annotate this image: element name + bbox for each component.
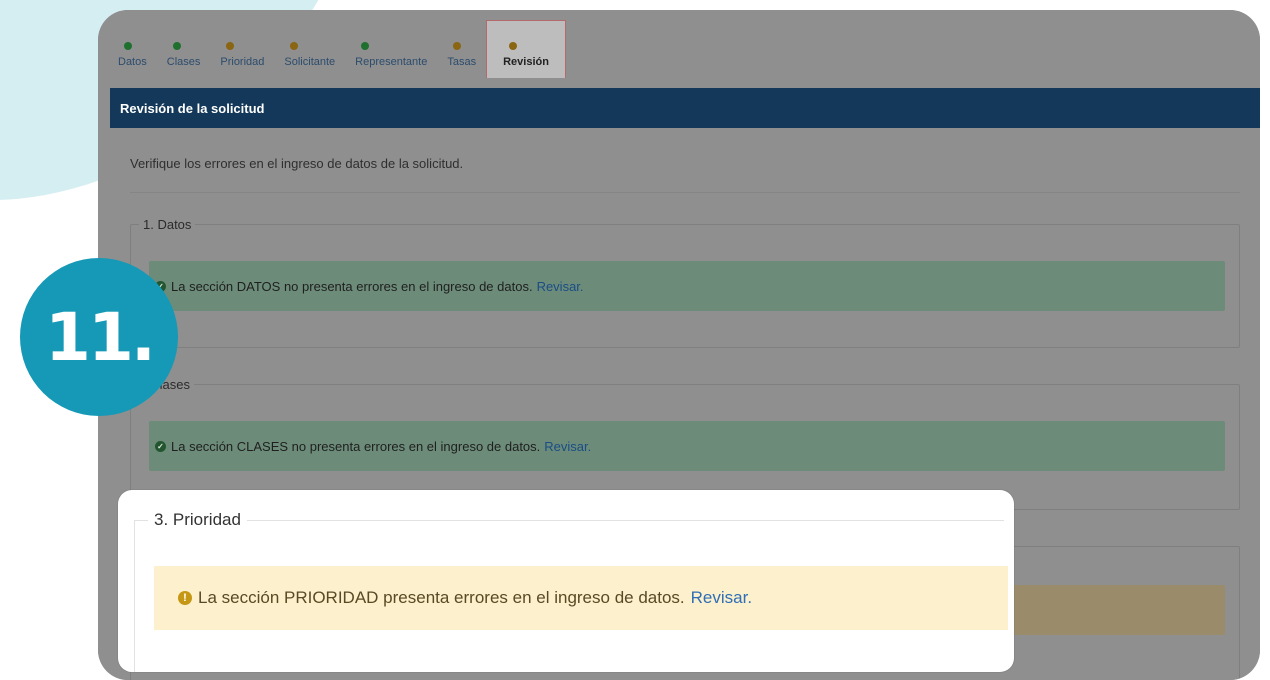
exclamation-circle-icon — [509, 42, 518, 50]
tab-revision[interactable]: Revisión — [486, 20, 566, 78]
tab-label: Datos — [118, 56, 147, 68]
exclamation-circle-icon — [226, 42, 235, 50]
tab-label: Clases — [166, 56, 201, 68]
tab-label: Representante — [355, 56, 428, 68]
step-number-badge: 11. — [20, 258, 178, 416]
check-circle-icon — [124, 42, 132, 50]
tab-prioridad[interactable]: Prioridad — [210, 20, 274, 78]
step-tabs: Datos Clases Prioridad Solicitante Repre… — [108, 20, 566, 78]
alert-message: La sección PRIORIDAD presenta errores en… — [198, 588, 685, 607]
divider — [130, 192, 1240, 193]
revisar-link[interactable]: Revisar. — [544, 439, 591, 454]
tab-label: Tasas — [447, 56, 477, 68]
check-circle-icon — [361, 42, 370, 50]
section-datos: 1. Datos ✓ La sección DATOS no presenta … — [130, 217, 1240, 348]
alert-message: La sección DATOS no presenta errores en … — [171, 278, 533, 294]
status-alert: ✓ La sección DATOS no presenta errores e… — [149, 261, 1225, 311]
tab-representante[interactable]: Representante — [345, 20, 437, 78]
panel-title: Revisión de la solicitud — [110, 88, 1260, 128]
highlighted-section-prioridad: 3. Prioridad ! La sección PRIORIDAD pres… — [118, 490, 1014, 672]
revisar-link[interactable]: Revisar. — [537, 279, 584, 294]
tab-solicitante[interactable]: Solicitante — [274, 20, 345, 78]
section-title: 3. Prioridad — [148, 510, 247, 530]
tab-label: Solicitante — [284, 56, 336, 68]
tab-datos[interactable]: Datos — [108, 20, 157, 78]
section-border — [134, 520, 1004, 521]
alert-message: La sección CLASES no presenta errores en… — [171, 438, 541, 454]
tab-label: Prioridad — [220, 56, 265, 68]
check-circle-icon: ✓ — [155, 440, 166, 452]
panel-intro-text: Verifique los errores en el ingreso de d… — [130, 156, 464, 171]
section-title: 1. Datos — [139, 217, 196, 232]
tab-tasas[interactable]: Tasas — [437, 20, 486, 78]
exclamation-circle-icon: ! — [178, 591, 192, 605]
section-border-left — [134, 520, 135, 672]
tab-clases[interactable]: Clases — [157, 20, 211, 78]
check-circle-icon — [172, 42, 181, 50]
revisar-link[interactable]: Revisar. — [691, 588, 752, 608]
exclamation-circle-icon — [290, 42, 299, 50]
exclamation-circle-icon — [453, 42, 462, 50]
warning-alert: ! La sección PRIORIDAD presenta errores … — [154, 566, 1008, 630]
status-alert: ✓ La sección CLASES no presenta errores … — [149, 421, 1225, 471]
tab-label: Revisión — [503, 56, 549, 68]
